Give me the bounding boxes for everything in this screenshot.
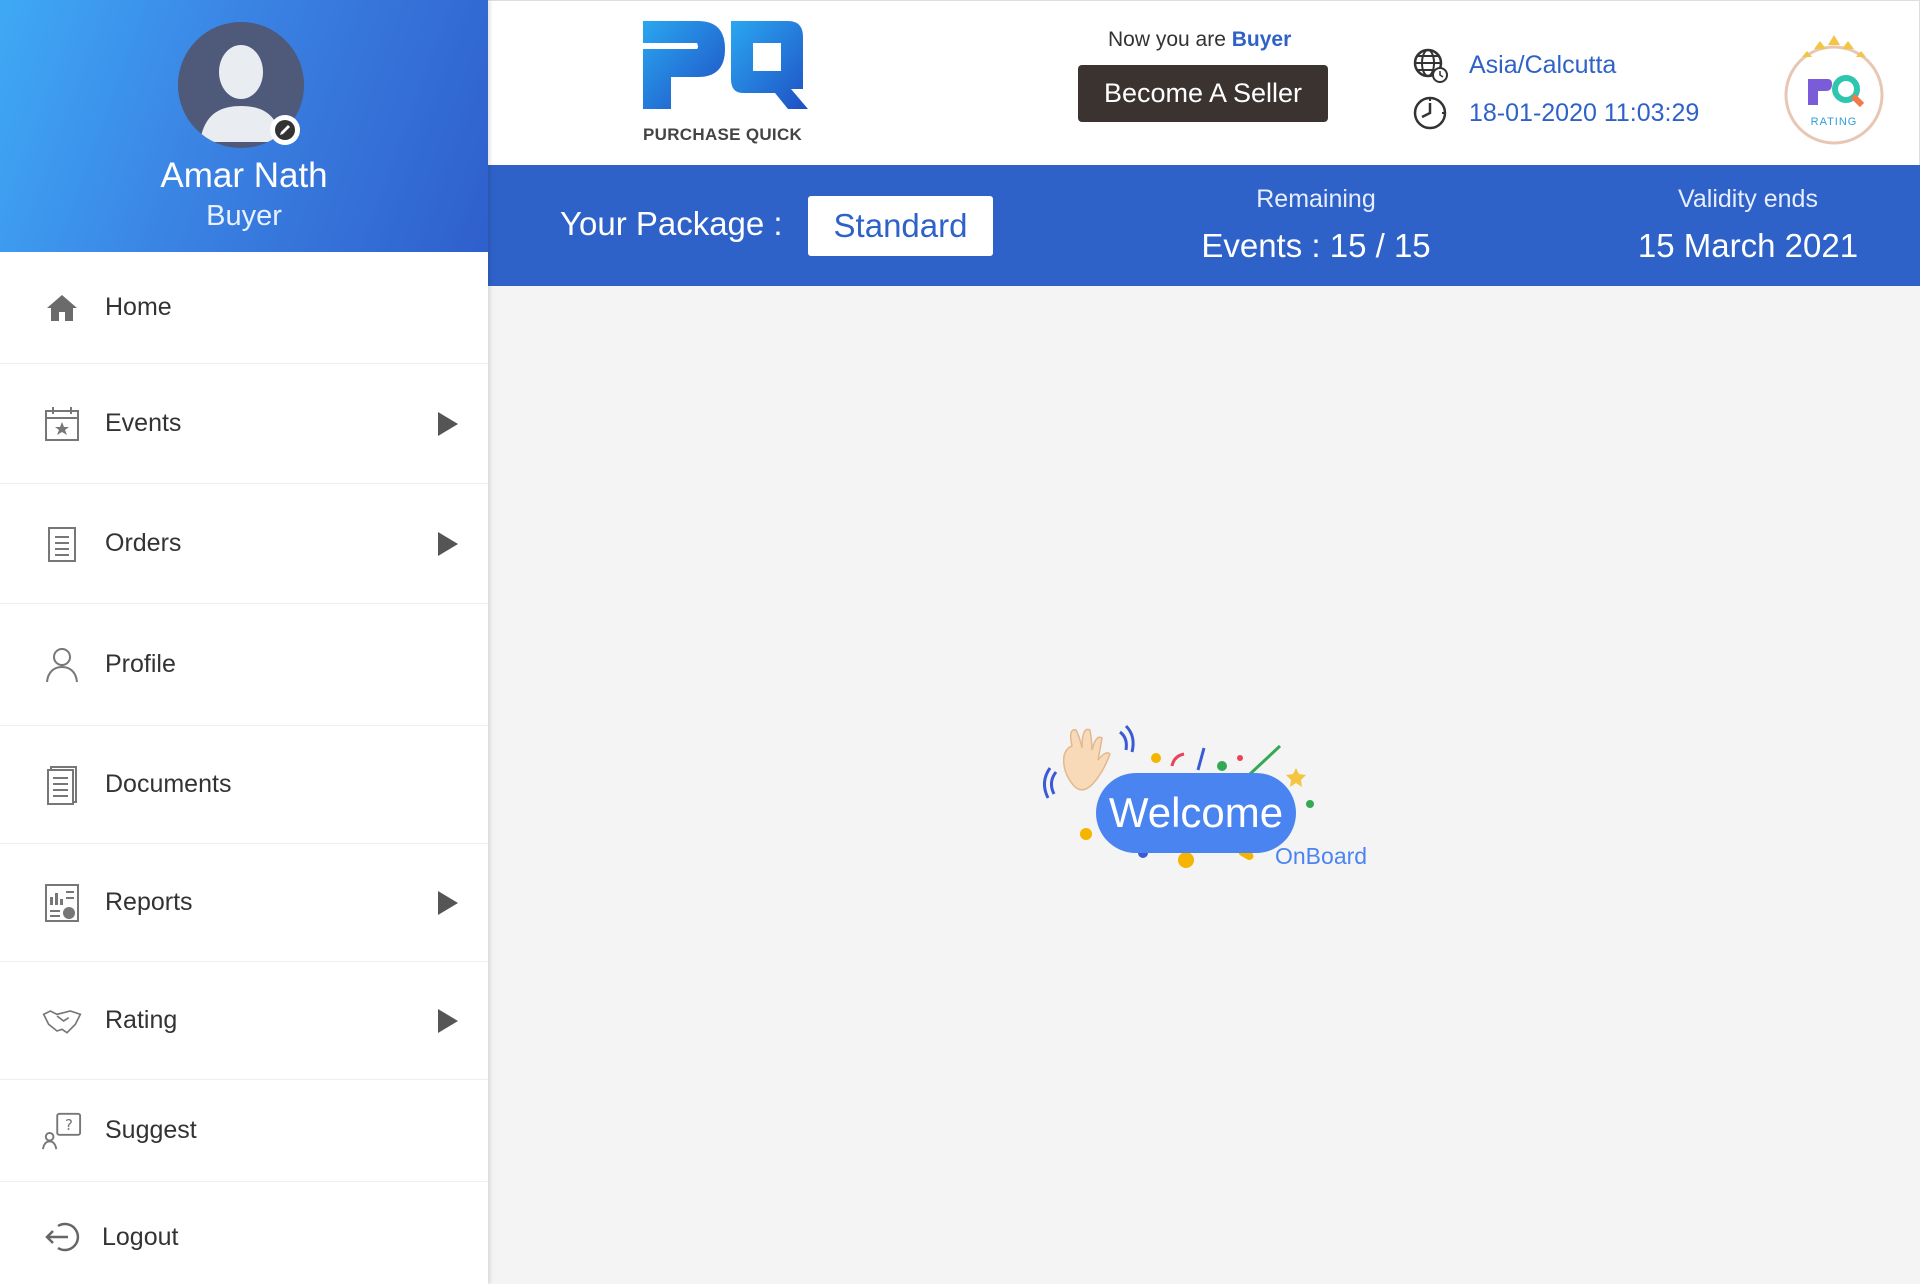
sidebar-item-label: Orders — [105, 529, 182, 557]
timezone-text: Asia/Calcutta — [1469, 51, 1617, 79]
sidebar-item-rating[interactable]: Rating — [0, 962, 488, 1080]
clipboard-list-icon — [42, 524, 82, 564]
mode-indicator: Now you are Buyer — [1108, 28, 1291, 52]
sidebar-item-profile[interactable]: Profile — [0, 604, 488, 726]
person-icon — [42, 645, 82, 685]
top-header: PURCHASE QUICK Now you are Buyer Become … — [488, 0, 1920, 165]
logo-text: PURCHASE QUICK — [643, 125, 803, 144]
package-value-badge: Standard — [808, 196, 993, 256]
pq-logo-icon — [643, 21, 808, 109]
suggest-question-icon: ? — [42, 1111, 82, 1151]
sidebar-item-label: Suggest — [105, 1116, 197, 1144]
expand-arrow-icon[interactable] — [438, 531, 458, 556]
welcome-title: Welcome — [1096, 773, 1296, 853]
validity-date: 15 March 2021 — [1637, 227, 1859, 264]
sidebar-item-label: Events — [105, 409, 182, 437]
sidebar-item-logout[interactable]: Logout — [0, 1182, 488, 1284]
clock-icon — [1412, 95, 1448, 131]
home-icon — [42, 288, 82, 328]
profile-name: Amar Nath — [160, 156, 328, 195]
mode-prefix: Now you are — [1108, 28, 1226, 51]
validity-title: Validity ends — [1678, 185, 1818, 213]
welcome-subtitle: OnBoard — [1275, 843, 1368, 869]
logout-icon — [42, 1217, 82, 1257]
globe-clock-icon — [1412, 47, 1448, 83]
become-seller-button[interactable]: Become A Seller — [1078, 65, 1328, 122]
expand-arrow-icon[interactable] — [438, 1008, 458, 1033]
sidebar-item-suggest[interactable]: ? Suggest — [0, 1080, 488, 1182]
remaining-events: Events : 15 / 15 — [1201, 227, 1431, 264]
mode-role: Buyer — [1231, 28, 1292, 51]
sidebar-item-label: Logout — [102, 1222, 179, 1251]
sidebar-menu: Home Events Orders Profile Documents Rep… — [0, 252, 488, 1284]
sidebar-item-orders[interactable]: Orders — [0, 484, 488, 604]
expand-arrow-icon[interactable] — [438, 411, 458, 436]
handshake-icon — [42, 1001, 82, 1041]
rating-badge-text: RATING — [1811, 116, 1858, 128]
expand-arrow-icon[interactable] — [438, 890, 458, 915]
pq-rating-badge[interactable]: RATING — [1780, 29, 1888, 147]
purchase-quick-logo[interactable]: PURCHASE QUICK — [643, 19, 813, 149]
profile-header: Amar Nath Buyer — [0, 0, 488, 252]
welcome-illustration: Welcome OnBoard — [1038, 708, 1378, 878]
svg-text:?: ? — [65, 1116, 73, 1134]
sidebar-item-label: Profile — [105, 650, 176, 678]
sidebar-item-events[interactable]: Events — [0, 364, 488, 484]
sidebar-item-label: Home — [105, 293, 172, 321]
sidebar-item-label: Rating — [105, 1006, 178, 1034]
edit-avatar-icon[interactable] — [270, 115, 300, 145]
package-bar: Your Package : Standard Remaining Events… — [488, 165, 1920, 286]
calendar-star-icon — [42, 404, 82, 444]
sidebar: Amar Nath Buyer Home Events Orders Profi… — [0, 0, 488, 1284]
datetime-text: 18-01-2020 11:03:29 — [1469, 99, 1700, 127]
sidebar-item-home[interactable]: Home — [0, 252, 488, 364]
remaining-title: Remaining — [1256, 185, 1376, 213]
document-icon — [42, 765, 82, 805]
report-icon — [42, 883, 82, 923]
sidebar-item-label: Reports — [105, 888, 193, 916]
sidebar-item-label: Documents — [105, 770, 232, 798]
sidebar-item-reports[interactable]: Reports — [0, 844, 488, 962]
sidebar-item-documents[interactable]: Documents — [0, 726, 488, 844]
profile-role: Buyer — [206, 200, 282, 232]
package-label: Your Package : — [560, 205, 783, 242]
